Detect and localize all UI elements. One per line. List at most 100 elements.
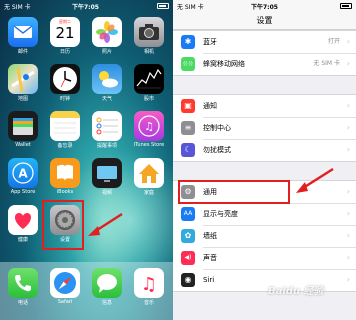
row-value: 无 SIM 卡	[313, 60, 340, 67]
settings-row-siri[interactable]: ◉ Siri ›	[173, 269, 356, 291]
app-label: 提醒事项	[96, 143, 117, 149]
compass-icon	[50, 268, 80, 298]
app-label: 音乐	[143, 300, 154, 306]
app-label: 家庭	[143, 190, 154, 196]
phone-icon	[8, 268, 38, 298]
row-label: 通知	[203, 102, 217, 110]
ibooks-icon	[50, 158, 80, 188]
app-weather[interactable]: 天气	[89, 64, 125, 102]
message-bubble-icon	[92, 268, 122, 298]
bluetooth-icon: ✱	[181, 35, 195, 49]
settings-row-sounds[interactable]: ◀) 声音 ›	[173, 247, 356, 269]
battery-icon	[340, 3, 352, 9]
row-label: 显示与亮度	[203, 210, 238, 218]
control-center-icon: ≡	[181, 121, 195, 135]
app-wallet[interactable]: Wallet	[5, 111, 41, 148]
svg-text:A: A	[18, 167, 28, 181]
notes-icon	[50, 111, 80, 141]
home-status-bar: 无 SIM 卡 下午7:05	[0, 0, 173, 12]
app-label: 健康	[17, 237, 28, 243]
app-home[interactable]: 家庭	[131, 158, 167, 196]
clock-icon	[50, 64, 80, 94]
chevron-right-icon: ›	[346, 231, 350, 240]
app-label: Safari	[57, 299, 73, 305]
app-label: 时钟	[59, 96, 70, 102]
app-notes[interactable]: 备忘录	[47, 111, 83, 149]
settings-row-bluetooth[interactable]: ✱ 蓝牙 打开 ›	[173, 31, 356, 53]
app-itunes[interactable]: ♫ iTunes Store	[131, 111, 167, 148]
row-label: 蓝牙	[203, 38, 217, 46]
row-label: 墙纸	[203, 232, 217, 240]
settings-row-do-not-disturb[interactable]: ☾ 勿扰模式 ›	[173, 139, 356, 161]
wallet-icon	[8, 111, 38, 141]
chevron-right-icon: ›	[346, 253, 350, 262]
app-mail[interactable]: 邮件	[5, 17, 41, 55]
settings-row-notifications[interactable]: ▣ 通知 ›	[173, 95, 356, 117]
chevron-right-icon: ›	[346, 187, 350, 196]
settings-row-control-center[interactable]: ≡ 控制中心 ›	[173, 117, 356, 139]
photos-icon	[92, 17, 122, 47]
row-label: Siri	[203, 276, 215, 284]
row-value: 打开	[327, 38, 340, 45]
app-ibooks[interactable]: iBooks	[47, 158, 83, 195]
chevron-right-icon: ›	[346, 37, 350, 46]
wallpaper-icon: ✿	[181, 229, 195, 243]
screenshot-root: 无 SIM 卡 下午7:05 邮件 星期二 21 日历 照片 相机 地图 时钟 …	[0, 0, 356, 320]
app-clock[interactable]: 时钟	[47, 64, 83, 102]
settings-row-cellular[interactable]: ((·)) 蜂窝移动网络 无 SIM 卡 ›	[173, 53, 356, 75]
arrow-icon	[296, 167, 334, 193]
notification-icon: ▣	[181, 99, 195, 113]
app-maps[interactable]: 地图	[5, 64, 41, 102]
music-note-icon: ♫	[134, 268, 164, 298]
app-label: 电话	[17, 300, 28, 306]
home-screen: 无 SIM 卡 下午7:05 邮件 星期二 21 日历 照片 相机 地图 时钟 …	[0, 0, 173, 320]
moon-icon: ☾	[181, 143, 195, 157]
chevron-right-icon: ›	[346, 275, 350, 284]
app-calendar[interactable]: 星期二 21 日历	[47, 17, 83, 55]
app-music[interactable]: ♫ 音乐	[131, 268, 167, 306]
app-label: 备忘录	[57, 143, 73, 149]
speaker-icon: ◀)	[181, 251, 195, 265]
chevron-right-icon: ›	[346, 123, 350, 132]
settings-group-connectivity: ✱ 蓝牙 打开 › ((·)) 蜂窝移动网络 无 SIM 卡 ›	[173, 30, 356, 76]
app-safari[interactable]: Safari	[47, 268, 83, 305]
app-messages[interactable]: 信息	[89, 268, 125, 306]
app-label: 股市	[143, 96, 154, 102]
app-label: 邮件	[17, 49, 28, 55]
reminders-icon	[92, 111, 122, 141]
app-photos[interactable]: 照片	[89, 17, 125, 55]
app-videos[interactable]: 视频	[89, 158, 125, 196]
cellular-icon: ((·))	[181, 57, 195, 71]
app-phone[interactable]: 电话	[5, 268, 41, 306]
chevron-right-icon: ›	[346, 59, 350, 68]
highlight-box-general	[178, 180, 290, 204]
carrier-text: 无 SIM 卡	[177, 4, 204, 11]
display-icon: AA	[181, 207, 195, 221]
status-time: 下午7:05	[251, 4, 278, 11]
app-camera[interactable]: 相机	[131, 17, 167, 55]
settings-row-display[interactable]: AA 显示与亮度 ›	[173, 203, 356, 225]
app-stocks[interactable]: 股市	[131, 64, 167, 102]
svg-text:♫: ♫	[141, 274, 157, 295]
settings-row-wallpaper[interactable]: ✿ 墙纸 ›	[173, 225, 356, 247]
chevron-right-icon: ›	[346, 101, 350, 110]
house-icon	[134, 158, 164, 188]
chevron-right-icon: ›	[346, 209, 350, 218]
app-label: 地图	[17, 96, 28, 102]
app-label: 日历	[59, 49, 70, 55]
app-label: iBooks	[56, 189, 74, 195]
calendar-day: 21	[55, 24, 75, 42]
app-appstore[interactable]: A App Store	[5, 158, 41, 195]
camera-icon	[134, 17, 164, 47]
maps-icon	[8, 64, 38, 94]
app-label: 天气	[101, 96, 112, 102]
app-reminders[interactable]: 提醒事项	[89, 111, 125, 149]
app-health[interactable]: 健康	[5, 205, 41, 243]
row-label: 勿扰模式	[203, 146, 231, 154]
app-label: 视频	[101, 190, 112, 196]
app-label: 信息	[101, 300, 112, 306]
row-label: 蜂窝移动网络	[203, 60, 245, 68]
mail-icon	[8, 17, 38, 47]
settings-status-bar: 无 SIM 卡 下午7:05	[173, 0, 356, 12]
arrow-icon	[88, 212, 123, 236]
